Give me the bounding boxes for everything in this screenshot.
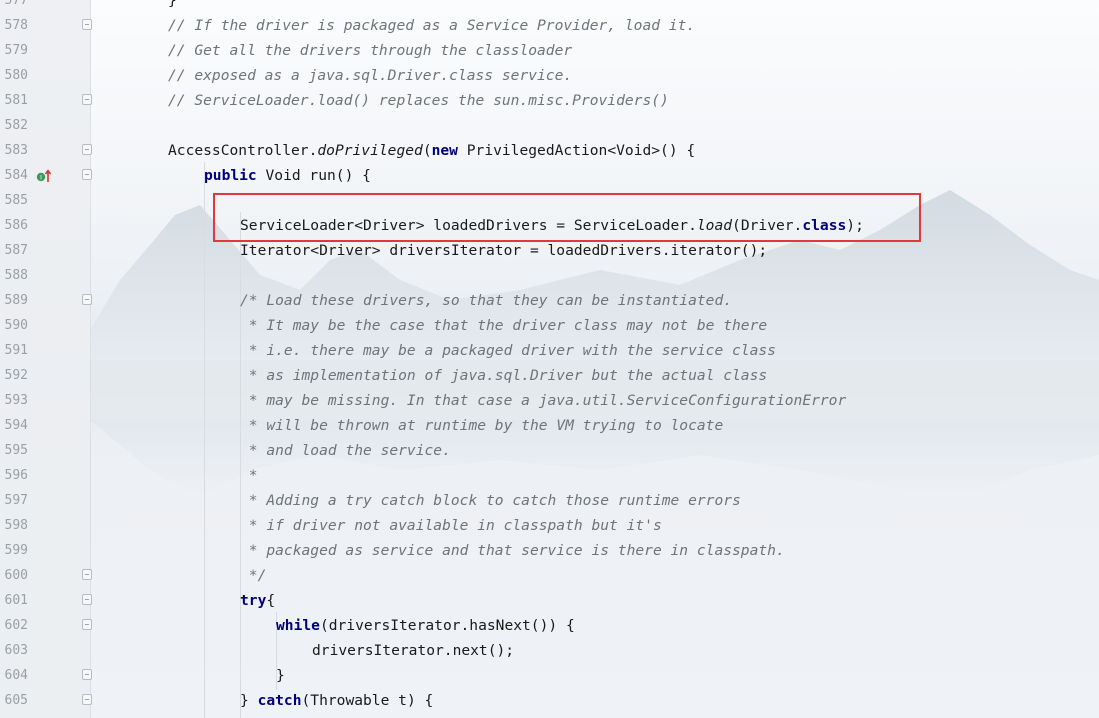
line-number: 604 <box>4 668 28 683</box>
line-number: 589 <box>4 293 28 308</box>
code-line[interactable]: 588 <box>0 263 1099 288</box>
code-text: */ <box>240 567 267 584</box>
code-text: * i.e. there may be a packaged driver wi… <box>240 342 776 359</box>
code-line[interactable]: 595 * and load the service. <box>0 438 1099 463</box>
code-line[interactable]: 594 * will be thrown at runtime by the V… <box>0 413 1099 438</box>
line-number: 582 <box>4 118 28 133</box>
line-number: 597 <box>4 493 28 508</box>
code-text: * packaged as service and that service i… <box>240 542 785 559</box>
code-text: * It may be the case that the driver cla… <box>240 317 768 334</box>
code-line[interactable]: 604} <box>0 663 1099 688</box>
code-text: while(driversIterator.hasNext()) { <box>276 617 575 634</box>
code-line[interactable]: 601 try{ <box>0 588 1099 613</box>
svg-text:I: I <box>40 175 42 182</box>
fold-end-icon[interactable] <box>82 669 92 680</box>
line-number: 599 <box>4 543 28 558</box>
line-number: 578 <box>4 18 28 33</box>
line-number: 583 <box>4 143 28 158</box>
code-line[interactable]: 581 // ServiceLoader.load() replaces the … <box>0 88 1099 113</box>
fold-open-icon[interactable] <box>82 294 92 305</box>
code-text: * will be thrown at runtime by the VM tr… <box>240 417 724 434</box>
line-number: 577 <box>4 0 28 8</box>
code-line[interactable]: 600 */ <box>0 563 1099 588</box>
line-number: 580 <box>4 68 28 83</box>
fold-end-icon[interactable] <box>82 694 92 705</box>
code-text: } <box>276 667 285 684</box>
code-line[interactable]: 577} <box>0 0 1099 13</box>
fold-open-icon[interactable] <box>82 19 92 30</box>
code-line[interactable]: 597 * Adding a try catch block to catch … <box>0 488 1099 513</box>
line-number: 595 <box>4 443 28 458</box>
code-line[interactable]: 579 // Get all the drivers through the cl… <box>0 38 1099 63</box>
code-line[interactable]: 584 Ipublic Void run() { <box>0 163 1099 188</box>
code-text: // exposed as a java.sql.Driver.class se… <box>168 67 573 84</box>
code-line[interactable]: 602 while(driversIterator.hasNext()) { <box>0 613 1099 638</box>
code-line[interactable]: 599 * packaged as service and that servi… <box>0 538 1099 563</box>
line-number: 594 <box>4 418 28 433</box>
code-line[interactable]: 605 } catch(Throwable t) { <box>0 688 1099 713</box>
code-text: AccessController.doPrivileged(new Privil… <box>168 142 696 159</box>
code-text: /* Load these drivers, so that they can … <box>240 292 733 309</box>
code-line[interactable]: 603 driversIterator.next(); <box>0 638 1099 663</box>
line-number: 600 <box>4 568 28 583</box>
line-number: 588 <box>4 268 28 283</box>
line-number: 592 <box>4 368 28 383</box>
line-number: 587 <box>4 243 28 258</box>
code-line[interactable]: 593 * may be missing. In that case a jav… <box>0 388 1099 413</box>
line-number: 581 <box>4 93 28 108</box>
line-number: 593 <box>4 393 28 408</box>
line-number: 596 <box>4 468 28 483</box>
line-number: 585 <box>4 193 28 208</box>
code-text: * if driver not available in classpath b… <box>240 517 662 534</box>
code-text: // ServiceLoader.load() replaces the sun… <box>168 92 669 109</box>
code-text: } catch(Throwable t) { <box>240 692 434 709</box>
code-line[interactable]: 591 * i.e. there may be a packaged drive… <box>0 338 1099 363</box>
code-text: * and load the service. <box>240 442 451 459</box>
line-number: 598 <box>4 518 28 533</box>
line-number: 605 <box>4 693 28 708</box>
code-text: * may be missing. In that case a java.ut… <box>240 392 847 409</box>
line-number: 590 <box>4 318 28 333</box>
code-line[interactable]: 598 * if driver not available in classpa… <box>0 513 1099 538</box>
override-up-arrow-icon[interactable]: I <box>36 168 52 184</box>
code-text: driversIterator.next(); <box>312 642 515 659</box>
line-number: 602 <box>4 618 28 633</box>
code-text: try{ <box>240 592 276 609</box>
fold-end-icon[interactable] <box>82 94 92 105</box>
code-line[interactable]: 592 * as implementation of java.sql.Driv… <box>0 363 1099 388</box>
code-text: public Void run() { <box>204 167 371 184</box>
code-line[interactable]: 580 // exposed as a java.sql.Driver.class… <box>0 63 1099 88</box>
fold-open-icon[interactable] <box>82 144 92 155</box>
code-text: // If the driver is packaged as a Servic… <box>168 17 696 34</box>
code-text: * <box>240 467 258 484</box>
code-text: * as implementation of java.sql.Driver b… <box>240 367 768 384</box>
fold-end-icon[interactable] <box>82 569 92 580</box>
code-text: } <box>168 0 177 9</box>
code-text: // Get all the drivers through the class… <box>168 42 573 59</box>
line-number: 591 <box>4 343 28 358</box>
code-line[interactable]: 578 // If the driver is packaged as a Ser… <box>0 13 1099 38</box>
highlight-annotation-box <box>213 193 921 242</box>
fold-open-icon[interactable] <box>82 169 92 180</box>
line-number: 579 <box>4 43 28 58</box>
code-line[interactable]: 596 * <box>0 463 1099 488</box>
code-line[interactable]: 582 <box>0 113 1099 138</box>
fold-open-icon[interactable] <box>82 594 92 605</box>
code-line[interactable]: 589 /* Load these drivers, so that they c… <box>0 288 1099 313</box>
line-number: 584 <box>4 168 28 183</box>
line-number: 603 <box>4 643 28 658</box>
code-text: * Adding a try catch block to catch thos… <box>240 492 741 509</box>
line-number: 601 <box>4 593 28 608</box>
line-number: 586 <box>4 218 28 233</box>
code-line[interactable]: 583 AccessController.doPrivileged(new Pri… <box>0 138 1099 163</box>
code-line[interactable]: 590 * It may be the case that the driver… <box>0 313 1099 338</box>
fold-open-icon[interactable] <box>82 619 92 630</box>
